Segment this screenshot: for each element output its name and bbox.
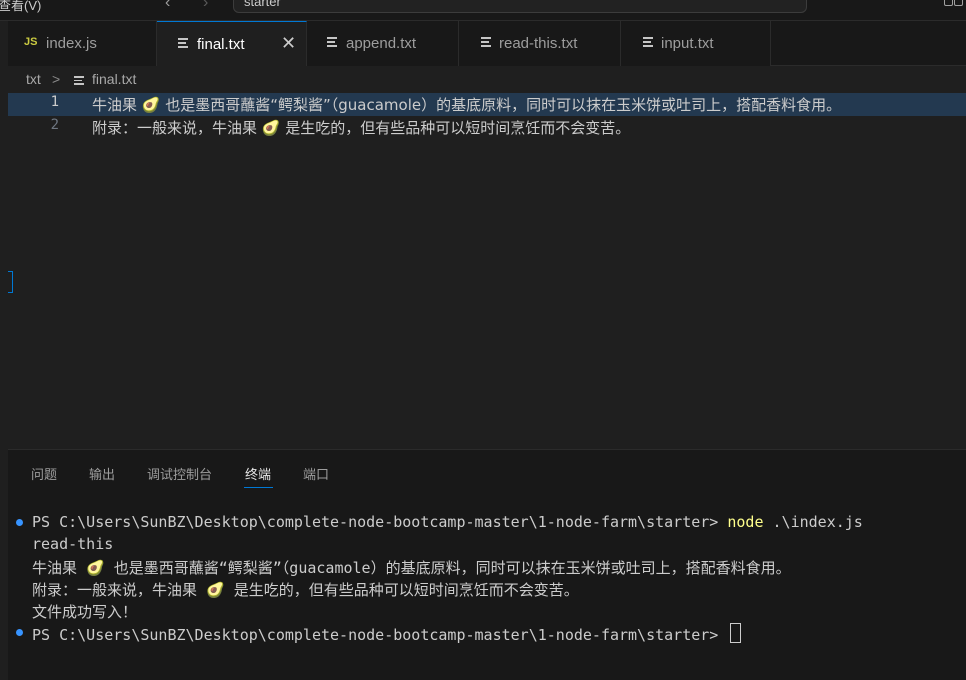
terminal-output-line: read-this [32, 535, 114, 553]
terminal-output-line: 文件成功写入！ [32, 603, 138, 621]
tab-index-js[interactable]: JS index.js [8, 21, 157, 66]
layout-icon[interactable] [944, 0, 964, 7]
tab-label: read-this.txt [499, 35, 578, 52]
terminal-output-line: 附录：一般来说，牛油果 🥑 是生吃的，但有些品种可以短时间烹饪而不会变苦。 [32, 581, 579, 599]
editor-tabs: JS index.js final.txt ✕ append.txt read-… [8, 21, 966, 66]
tab-label: append.txt [346, 35, 417, 52]
menu-view[interactable]: 查看(V) [0, 0, 41, 14]
text-file-icon [178, 38, 188, 49]
code-line[interactable]: 2 附录：一般来说，牛油果 🥑 是生吃的，但有些品种可以短时间烹饪而不会变苦。 [8, 116, 966, 139]
tab-label: final.txt [197, 36, 245, 53]
tab-input-txt[interactable]: input.txt [621, 21, 771, 66]
panel-tab-ports[interactable]: 端口 [303, 464, 329, 483]
breadcrumb-file[interactable]: final.txt [92, 71, 136, 87]
line-number: 2 [50, 117, 59, 133]
tab-label: input.txt [661, 35, 714, 52]
glyph-margin-marker [8, 271, 13, 293]
tab-final-txt[interactable]: final.txt ✕ [157, 21, 307, 66]
tab-append-txt[interactable]: append.txt [307, 21, 459, 66]
text-file-icon [327, 37, 337, 48]
tab-label: index.js [46, 35, 97, 52]
terminal-prompt: PS C:\Users\SunBZ\Desktop\complete-node-… [32, 626, 728, 644]
terminal-prompt: PS C:\Users\SunBZ\Desktop\complete-node-… [32, 513, 728, 531]
panel-tab-problems[interactable]: 问题 [31, 464, 57, 483]
terminal-command-args: .\index.js [763, 513, 863, 531]
command-center[interactable]: starter [233, 0, 807, 13]
code-line[interactable]: 1 牛油果 🥑 也是墨西哥蘸酱“鳄梨酱”（guacamole）的基底原料，同时可… [8, 93, 966, 116]
line-number: 1 [50, 94, 59, 110]
breadcrumb-folder[interactable]: txt [26, 71, 41, 87]
command-status-dot[interactable] [16, 629, 23, 636]
chevron-left-icon[interactable]: ‹ [165, 0, 170, 12]
panel-tab-debug-console[interactable]: 调试控制台 [147, 464, 212, 483]
terminal-output-line: 牛油果 🥑 也是墨西哥蘸酱“鳄梨酱”（guacamole）的基底原料，同时可以抹… [32, 559, 791, 577]
panel-tab-output[interactable]: 输出 [89, 464, 115, 483]
terminal-command-line: PS C:\Users\SunBZ\Desktop\complete-node-… [32, 513, 863, 535]
chevron-right-icon[interactable]: › [203, 0, 208, 12]
text-file-icon [481, 37, 491, 48]
text-file-icon [74, 76, 84, 87]
panel-tab-terminal[interactable]: 终端 [245, 464, 271, 483]
active-tab-indicator [244, 487, 273, 488]
bottom-panel: 问题 输出 调试控制台 终端 端口 PS C:\Users\SunBZ\Desk… [8, 449, 966, 680]
text-file-icon [643, 37, 653, 48]
title-bar: 查看(V) ‹ › starter [0, 0, 966, 21]
editor[interactable]: txt > final.txt 1 牛油果 🥑 也是墨西哥蘸酱“鳄梨酱”（gua… [8, 66, 966, 449]
line-text: 牛油果 🥑 也是墨西哥蘸酱“鳄梨酱”（guacamole）的基底原料，同时可以抹… [92, 96, 842, 114]
terminal-cursor [730, 623, 742, 643]
command-status-dot[interactable] [16, 519, 23, 526]
breadcrumb-separator: > [52, 71, 61, 87]
close-icon[interactable]: ✕ [281, 33, 296, 54]
tab-read-this-txt[interactable]: read-this.txt [459, 21, 621, 66]
line-text: 附录：一般来说，牛油果 🥑 是生吃的，但有些品种可以短时间烹饪而不会变苦。 [92, 119, 631, 137]
command-center-text: starter [244, 0, 281, 9]
terminal-command: node [727, 513, 764, 531]
terminal-input-line[interactable]: PS C:\Users\SunBZ\Desktop\complete-node-… [32, 623, 742, 645]
js-file-icon: JS [24, 36, 38, 48]
